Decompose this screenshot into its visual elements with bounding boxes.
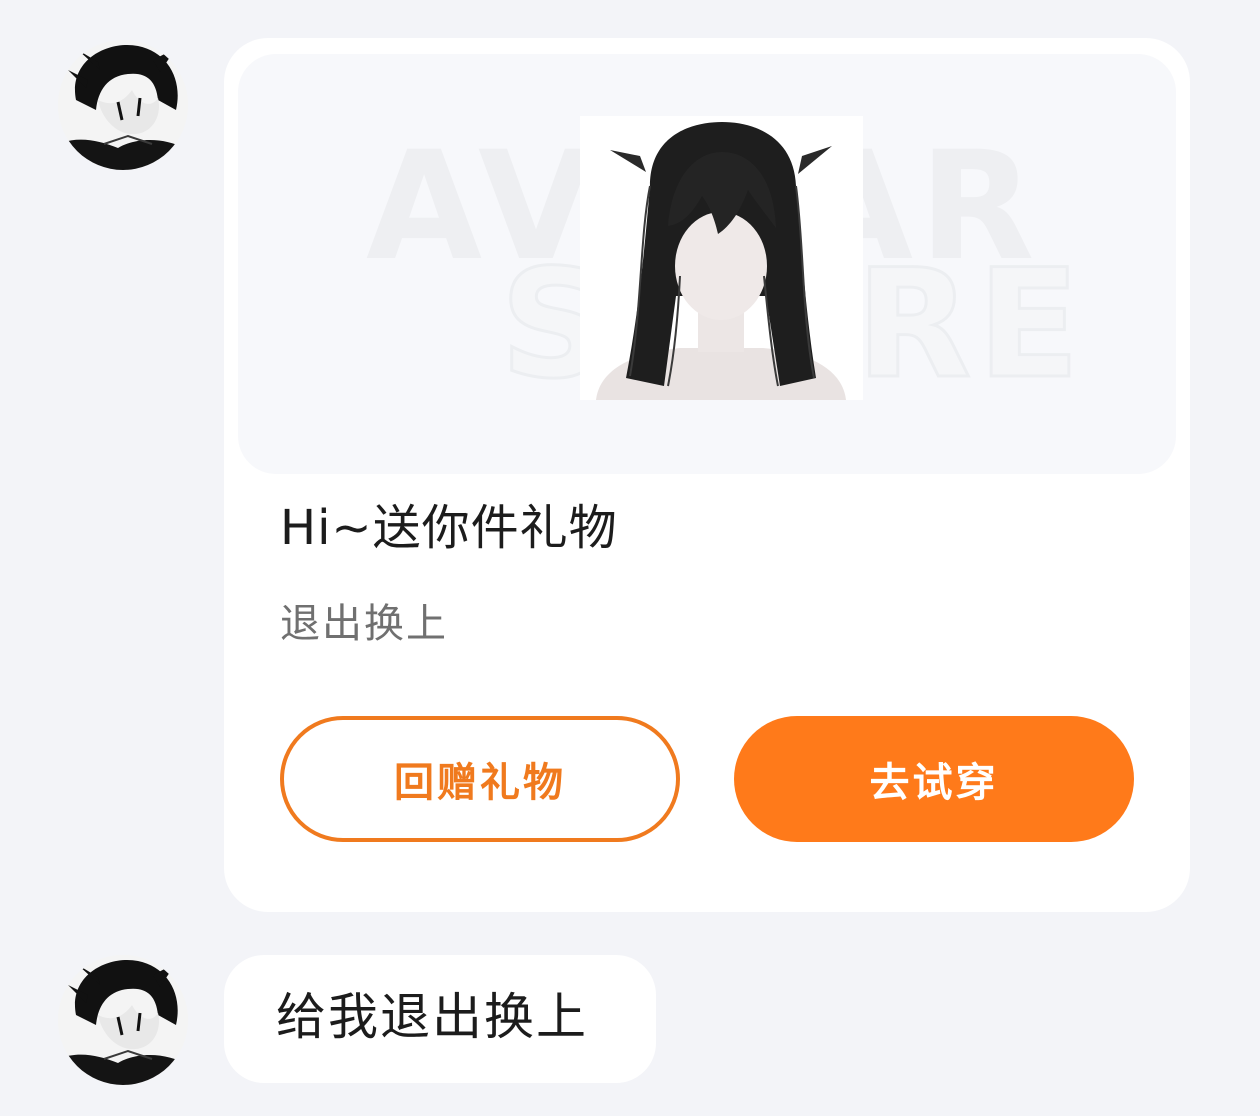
avatar-image-icon bbox=[58, 40, 188, 170]
try-on-button[interactable]: 去试穿 bbox=[734, 716, 1134, 842]
sender-avatar[interactable] bbox=[58, 40, 188, 170]
text-message: 给我退出换上 bbox=[276, 988, 588, 1046]
gift-item-name: 退出换上 bbox=[280, 601, 448, 647]
text-message-bubble[interactable]: 给我退出换上 bbox=[224, 955, 656, 1083]
gift-title: Hi~送你件礼物 bbox=[280, 500, 618, 556]
gift-banner: AVATAR STORE bbox=[238, 54, 1176, 474]
gift-message-card[interactable]: AVATAR STORE Hi~送你件礼物 退出换上 回赠礼物 去 bbox=[224, 38, 1190, 912]
sender-avatar[interactable] bbox=[58, 955, 188, 1085]
gift-item-image[interactable] bbox=[580, 116, 863, 400]
avatar-image-icon bbox=[58, 955, 188, 1085]
return-gift-button[interactable]: 回赠礼物 bbox=[280, 716, 680, 842]
hair-item-icon bbox=[580, 116, 863, 400]
